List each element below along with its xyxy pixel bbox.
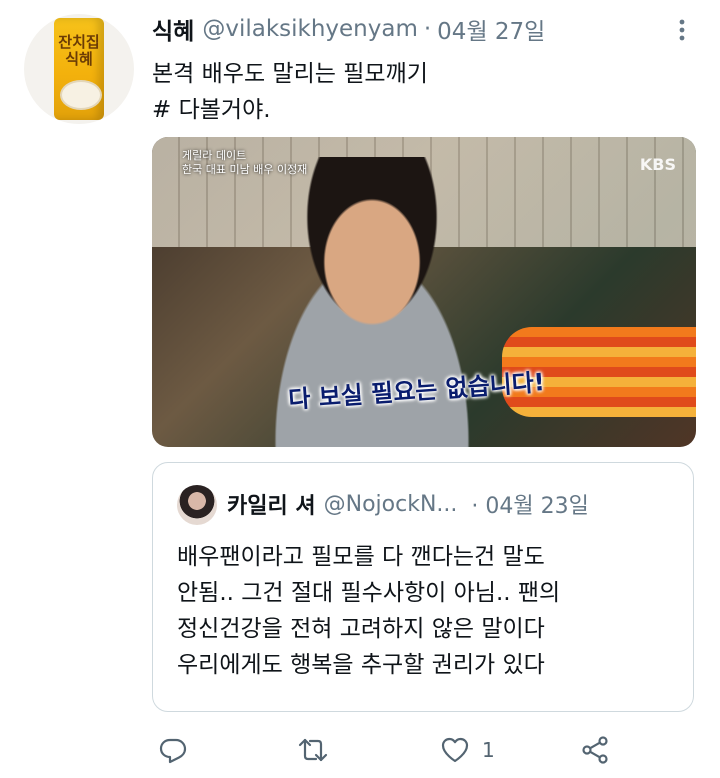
quoted-separator: ·: [471, 494, 479, 519]
tweet-text: 본격 배우도 말리는 필모깨기 # 다볼거야.: [152, 56, 692, 128]
retweet-icon: [298, 738, 328, 762]
tweet-header: 식혜 @vilaksikhyenyam · 04월 27일: [152, 12, 545, 46]
rice-bowl-graphic: [60, 80, 102, 110]
media-caption: 게릴라 데이트 한국 대표 미남 배우 이정재: [182, 149, 307, 177]
quoted-header: 카일리 셔 @NojockN... · 04월 23일: [227, 487, 589, 521]
share-icon: [582, 736, 608, 764]
separator-dot: ·: [423, 16, 432, 42]
like-count: 1: [482, 738, 495, 762]
user-handle[interactable]: @vilaksikhyenyam: [202, 16, 418, 42]
juice-can-image: 잔치집 식혜: [54, 18, 104, 120]
reply-button[interactable]: [158, 730, 188, 770]
quoted-text-line-2: 안됨.. 그건 절대 필수사항이 아님.. 팬의: [177, 580, 561, 606]
avatar[interactable]: 잔치집 식혜: [24, 14, 134, 124]
quoted-text: 배우팬이라고 필모를 다 깬다는건 말도 안됨.. 그건 절대 필수사항이 아님…: [177, 539, 560, 683]
quoted-display-name[interactable]: 카일리 셔: [227, 488, 316, 520]
avatar-label: 잔치집 식혜: [58, 33, 100, 68]
quoted-avatar[interactable]: [177, 485, 217, 525]
quoted-date-wrap: · 04월 23일: [471, 488, 588, 520]
heart-icon: [441, 737, 469, 763]
quoted-text-line-1: 배우팬이라고 필모를 다 깬다는건 말도: [177, 544, 545, 570]
tweet-text-line-1: 본격 배우도 말리는 필모깨기: [152, 61, 428, 87]
share-button[interactable]: [580, 730, 610, 770]
more-options-icon[interactable]: [668, 16, 696, 44]
action-bar: 1: [152, 730, 692, 770]
tweet-media-image[interactable]: 게릴라 데이트 한국 대표 미남 배우 이정재 KBS 다 보실 필요는 없습니…: [152, 137, 696, 447]
quoted-text-line-4: 우리에게도 행복을 추구할 권리가 있다: [177, 652, 545, 678]
display-name[interactable]: 식혜: [152, 12, 194, 46]
tweet-date[interactable]: 04월 27일: [437, 12, 545, 46]
reply-icon: [159, 738, 187, 764]
quoted-tweet[interactable]: 카일리 셔 @NojockN... · 04월 23일 배우팬이라고 필모를 다…: [152, 462, 694, 712]
media-caption-line-1: 게릴라 데이트: [182, 149, 247, 162]
quoted-date[interactable]: 04월 23일: [485, 494, 588, 519]
media-caption-line-2: 한국 대표 미남 배우 이정재: [182, 163, 308, 176]
channel-logo: KBS: [639, 155, 676, 174]
retweet-button[interactable]: [298, 730, 328, 770]
quoted-text-line-3: 정신건강을 전혀 고려하지 않은 말이다: [177, 616, 545, 642]
quoted-handle[interactable]: @NojockN...: [324, 492, 458, 517]
tweet-text-line-2: # 다볼거야.: [152, 97, 271, 123]
like-button[interactable]: 1: [440, 730, 495, 770]
